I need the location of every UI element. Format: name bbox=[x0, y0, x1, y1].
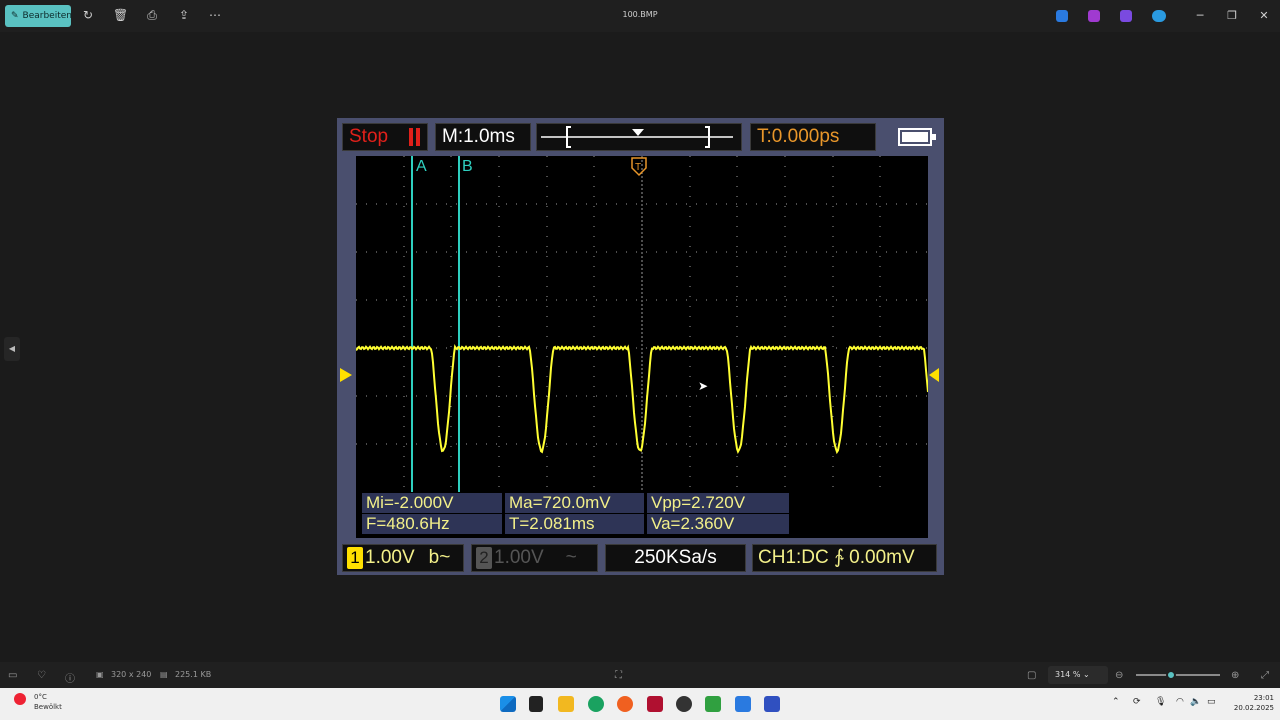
tray-chevron-icon[interactable]: ⌃ bbox=[1112, 697, 1120, 707]
info-icon[interactable]: ⓘ bbox=[65, 670, 75, 685]
favorite-icon[interactable]: ♡ bbox=[37, 670, 46, 681]
image-dimensions: 320 x 240 bbox=[111, 670, 152, 679]
security-icon[interactable] bbox=[764, 696, 780, 712]
sample-rate: 250KSa/s bbox=[605, 544, 746, 572]
maximize-icon[interactable]: ❐ bbox=[1224, 8, 1240, 24]
scope-waveform-screen: A B T Mi=-2.000V Ma=720.0mV Vpp=2.720V F… bbox=[356, 156, 928, 538]
fullscreen-icon[interactable]: ⤢ bbox=[1261, 670, 1269, 681]
title-bar: ✎ Bearbeiten ↻ 🗑 ⎙ ⇪ ⋯ 100.BMP ─ ❐ ✕ bbox=[0, 0, 1280, 32]
timebase-display: M:1.0ms bbox=[435, 123, 531, 151]
battery-icon bbox=[898, 128, 936, 146]
mouse-pointer-icon: ➤ bbox=[698, 379, 709, 393]
share-icon[interactable]: ⇪ bbox=[177, 8, 191, 22]
oscilloscope-image: Stop M:1.0ms T:0.000ps A B T Mi=-2.000V … bbox=[337, 118, 944, 575]
actual-size-icon[interactable]: ▢ bbox=[1027, 670, 1036, 681]
app-icon[interactable] bbox=[647, 696, 663, 712]
cursor-b-label: B bbox=[462, 158, 473, 175]
ch2-settings: 2 1.00V ~ bbox=[471, 544, 598, 572]
firefox-icon[interactable] bbox=[617, 696, 633, 712]
trigger-position-label: T bbox=[635, 162, 641, 173]
weather-desc: Bewölkt bbox=[34, 703, 62, 711]
start-icon[interactable] bbox=[500, 696, 516, 712]
microphone-icon[interactable]: 🎙 bbox=[1155, 697, 1166, 707]
measure-period: T=2.081ms bbox=[505, 514, 644, 534]
weather-alert-icon bbox=[14, 693, 26, 705]
trash-icon[interactable]: 🗑 bbox=[113, 8, 128, 22]
window-title: 100.BMP bbox=[622, 10, 658, 19]
measure-min: Mi=-2.000V bbox=[362, 493, 502, 513]
trigger-time-display: T:0.000ps bbox=[750, 123, 876, 151]
notepad-icon[interactable] bbox=[705, 696, 721, 712]
ch1-number: 1 bbox=[347, 547, 363, 569]
trigger-info: CH1:DC ∱ 0.00mV bbox=[752, 544, 937, 572]
edit-button-label: Bearbeiten bbox=[22, 11, 72, 21]
file-explorer-icon[interactable] bbox=[558, 696, 574, 712]
minimize-icon[interactable]: ─ bbox=[1192, 8, 1208, 24]
taskbar-clock[interactable]: 23:01 20.02.2025 bbox=[1228, 693, 1274, 713]
zoom-in-icon[interactable]: ⊕ bbox=[1231, 670, 1239, 681]
weather-widget[interactable]: 0°C Bewölkt bbox=[34, 692, 62, 712]
filmstrip-icon[interactable]: ▭ bbox=[8, 670, 17, 681]
more-icon[interactable]: ⋯ bbox=[208, 8, 222, 22]
clipchamp-app-icon[interactable] bbox=[1088, 10, 1100, 22]
rotate-icon[interactable]: ↻ bbox=[81, 8, 95, 22]
scope-top-bar: Stop M:1.0ms T:0.000ps bbox=[337, 118, 944, 156]
onedrive-icon[interactable] bbox=[1152, 10, 1166, 22]
measure-frequency: F=480.6Hz bbox=[362, 514, 502, 534]
designer-app-icon[interactable] bbox=[1056, 10, 1068, 22]
sync-icon[interactable]: ⟳ bbox=[1133, 697, 1141, 707]
trigger-level-marker-icon bbox=[929, 368, 939, 382]
run-stop-status: Stop bbox=[342, 123, 428, 151]
chevron-down-icon: ⌄ bbox=[1082, 670, 1090, 679]
windows-taskbar: 0°C Bewölkt ⌃ ⟳ 🎙 ◠ 🔈 ▭ 23:01 20.02.2025 bbox=[0, 688, 1280, 720]
scope-bottom-bar: 1 1.00V b~ 2 1.00V ~ 250KSa/s CH1:DC ∱ 0.00m… bbox=[337, 542, 944, 575]
print-icon[interactable]: ⎙ bbox=[145, 8, 159, 22]
photos-icon[interactable] bbox=[735, 696, 751, 712]
ch2-number: 2 bbox=[476, 547, 492, 569]
zoom-slider-thumb[interactable] bbox=[1166, 670, 1176, 680]
cursor-a-label: A bbox=[416, 158, 427, 175]
measure-max: Ma=720.0mV bbox=[505, 493, 644, 513]
editor-app-icon[interactable] bbox=[1120, 10, 1132, 22]
weather-temp: 0°C bbox=[34, 693, 47, 701]
stop-label: Stop bbox=[349, 126, 389, 147]
zoom-value: 314 % bbox=[1055, 670, 1081, 679]
close-icon[interactable]: ✕ bbox=[1256, 8, 1272, 24]
measure-vpp: Vpp=2.720V bbox=[647, 493, 789, 513]
ch2-scale: 1.00V bbox=[494, 547, 544, 568]
zoom-out-icon[interactable]: ⊖ bbox=[1115, 670, 1123, 681]
fit-screen-icon[interactable]: ⛶ bbox=[615, 670, 622, 681]
battery-tray-icon[interactable]: ▭ bbox=[1207, 697, 1216, 707]
image-size-icon: ▣ bbox=[96, 670, 104, 679]
pause-icon bbox=[416, 128, 420, 146]
github-icon[interactable] bbox=[676, 696, 692, 712]
file-size: 225.1 KB bbox=[175, 670, 212, 679]
clock-date: 20.02.2025 bbox=[1233, 704, 1274, 712]
zoom-dropdown[interactable]: 314 % ⌄ bbox=[1048, 666, 1108, 684]
clock-time: 23:01 bbox=[1253, 694, 1274, 702]
measure-vavg: Va=2.360V bbox=[647, 514, 789, 534]
ch1-settings: 1 1.00V b~ bbox=[342, 544, 464, 572]
wifi-icon[interactable]: ◠ bbox=[1176, 697, 1184, 707]
zoom-slider-track[interactable] bbox=[1136, 674, 1220, 676]
ch1-level-marker-icon bbox=[340, 368, 352, 382]
ch2-coupling: ~ bbox=[565, 547, 577, 568]
edit-icon: ✎ bbox=[11, 11, 19, 21]
task-view-icon[interactable] bbox=[529, 696, 543, 712]
pause-icon bbox=[409, 128, 413, 146]
ch1-scale: 1.00V bbox=[365, 547, 415, 568]
volume-icon[interactable]: 🔈 bbox=[1190, 697, 1201, 707]
memory-timeline bbox=[536, 123, 742, 151]
ch1-bandwidth: b~ bbox=[428, 547, 451, 568]
file-size-icon: ▤ bbox=[160, 670, 168, 679]
chrome-icon[interactable] bbox=[588, 696, 604, 712]
edit-button[interactable]: ✎ Bearbeiten bbox=[5, 5, 72, 27]
viewer-status-bar: ▭ ♡ ⓘ ▣ 320 x 240 ▤ 225.1 KB ⛶ ▢ 314 % ⌄… bbox=[0, 662, 1280, 688]
previous-image-button[interactable]: ◀ bbox=[4, 337, 20, 361]
